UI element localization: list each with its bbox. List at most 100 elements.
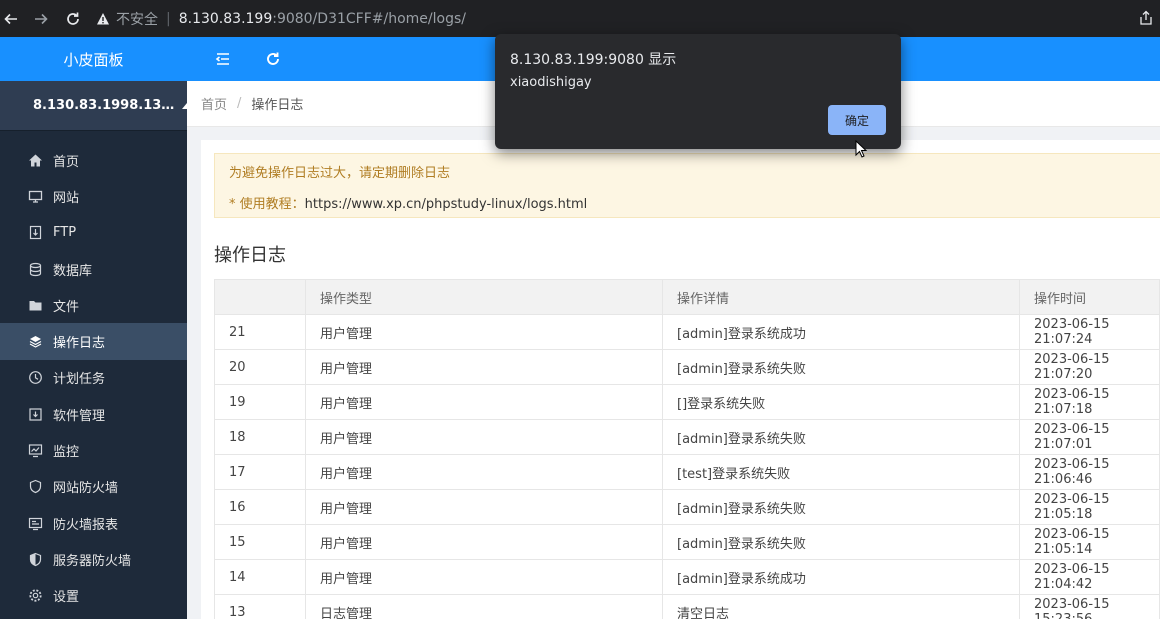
cell-detail: [admin]登录系统成功 — [662, 314, 1020, 350]
sidebar: 小皮面板 8.130.83.1998.13… 首页 网站 FTP 数据库 文件 … — [0, 37, 193, 619]
sidebar-item-label: 网站 — [53, 190, 80, 206]
cell-detail: []登录系统失败 — [662, 384, 1020, 420]
cell-time: 2023-06-15 21:05:14 — [1019, 524, 1160, 560]
cell-id: 15 — [214, 524, 306, 560]
url-field[interactable]: 不安全 | 8.130.83.199:9080/D31CFF#/home/log… — [96, 9, 466, 29]
refresh-icon[interactable] — [264, 50, 282, 68]
cell-type: 用户管理 — [305, 489, 663, 525]
sidebar-item-label: 服务器防火墙 — [53, 553, 132, 569]
sidebar-item-label: FTP — [53, 225, 77, 241]
arrow-right-icon — [35, 13, 48, 24]
sidebar-item-ftp[interactable]: FTP — [0, 215, 187, 251]
sidebar-item-label: 软件管理 — [53, 408, 106, 424]
tutorial-link[interactable]: https://www.xp.cn/phpstudy-linux/logs.ht… — [305, 197, 588, 212]
cell-time: 2023-06-15 21:04:42 — [1019, 559, 1160, 595]
sidebar-item-database[interactable]: 数据库 — [0, 251, 187, 287]
url-path: :9080/D31CFF#/home/logs/ — [272, 10, 466, 27]
cell-time: 2023-06-15 21:07:20 — [1019, 349, 1160, 385]
cell-detail: [admin]登录系统成功 — [662, 559, 1020, 595]
sidebar-item-operation-log[interactable]: 操作日志 — [0, 323, 187, 360]
download-box-icon — [28, 407, 43, 422]
sidebar-item-files[interactable]: 文件 — [0, 287, 187, 323]
cell-type: 日志管理 — [305, 594, 663, 619]
notice-prefix: * 使用教程： — [229, 197, 305, 212]
menu-collapse-icon[interactable] — [214, 50, 232, 68]
sidebar-item-server-firewall[interactable]: 服务器防火墙 — [0, 541, 187, 577]
cell-type: 用户管理 — [305, 524, 663, 560]
breadcrumb-home[interactable]: 首页 — [201, 94, 227, 113]
alert-dialog: 8.130.83.199:9080 显示 xiaodishigay 确定 — [495, 34, 901, 149]
cell-id: 21 — [214, 314, 306, 350]
insecure-label: 不安全 — [116, 11, 158, 28]
forward-button[interactable] — [30, 8, 52, 30]
sidebar-item-firewall-report[interactable]: 防火墙报表 — [0, 505, 187, 541]
cell-detail: [admin]登录系统失败 — [662, 524, 1020, 560]
column-header-type: 操作类型 — [305, 279, 663, 315]
sidebar-item-software[interactable]: 软件管理 — [0, 396, 187, 432]
clock-icon — [28, 370, 43, 385]
sidebar-item-monitor[interactable]: 监控 — [0, 432, 187, 468]
back-button[interactable] — [0, 8, 22, 30]
cell-type: 用户管理 — [305, 384, 663, 420]
server-selector[interactable]: 8.130.83.1998.13… — [0, 81, 193, 131]
table-row: 16 用户管理 [admin]登录系统失败 2023-06-15 21:05:18 — [214, 489, 1160, 525]
share-icon[interactable] — [1138, 10, 1154, 26]
sidebar-item-label: 计划任务 — [53, 372, 106, 388]
cell-type: 用户管理 — [305, 314, 663, 350]
cell-id: 13 — [214, 594, 306, 619]
dialog-message: xiaodishigay — [510, 75, 592, 90]
sidebar-item-label: 网站防火墙 — [53, 481, 119, 497]
table-row: 17 用户管理 [test]登录系统失败 2023-06-15 21:06:46 — [214, 454, 1160, 490]
url-separator: | — [166, 10, 171, 27]
ftp-icon — [28, 225, 43, 240]
url-host: 8.130.83.199 — [178, 10, 273, 27]
monitor-icon — [28, 189, 43, 204]
cell-time: 2023-06-15 21:06:46 — [1019, 454, 1160, 490]
sidebar-item-home[interactable]: 首页 — [0, 142, 187, 178]
cell-type: 用户管理 — [305, 419, 663, 455]
table-row: 19 用户管理 []登录系统失败 2023-06-15 21:07:18 — [214, 384, 1160, 420]
cell-time: 2023-06-15 21:05:18 — [1019, 489, 1160, 525]
table-row: 15 用户管理 [admin]登录系统失败 2023-06-15 21:05:14 — [214, 524, 1160, 560]
cell-detail: [admin]登录系统失败 — [662, 419, 1020, 455]
ok-button[interactable]: 确定 — [828, 105, 886, 135]
sidebar-item-settings[interactable]: 设置 — [0, 578, 187, 614]
table-row: 20 用户管理 [admin]登录系统失败 2023-06-15 21:07:20 — [214, 349, 1160, 385]
sidebar-item-scheduled-tasks[interactable]: 计划任务 — [0, 360, 187, 396]
table-header-row: 操作类型 操作详情 操作时间 — [214, 279, 1160, 315]
table-row: 18 用户管理 [admin]登录系统失败 2023-06-15 21:07:01 — [214, 419, 1160, 455]
sidebar-item-label: 操作日志 — [53, 336, 106, 352]
cell-time: 2023-06-15 15:23:56 — [1019, 594, 1160, 619]
cell-id: 18 — [214, 419, 306, 455]
cell-detail: 清空日志 — [662, 594, 1020, 619]
sidebar-item-web-firewall[interactable]: 网站防火墙 — [0, 469, 187, 505]
shield-outline-icon — [28, 479, 43, 494]
sidebar-item-website[interactable]: 网站 — [0, 178, 187, 214]
layers-icon — [28, 334, 43, 349]
cell-type: 用户管理 — [305, 454, 663, 490]
shield-half-icon — [28, 552, 43, 567]
browser-address-bar: 不安全 | 8.130.83.199:9080/D31CFF#/home/log… — [0, 0, 1160, 37]
cell-id: 20 — [214, 349, 306, 385]
sidebar-item-label: 数据库 — [53, 263, 93, 279]
sidebar-item-label: 防火墙报表 — [53, 517, 119, 533]
chart-monitor-icon — [28, 443, 43, 458]
dialog-title: 8.130.83.199:9080 显示 — [510, 52, 677, 68]
column-header-id — [214, 279, 306, 315]
reload-button[interactable] — [62, 8, 84, 30]
server-label: 8.130.83.1998.13… — [33, 98, 175, 113]
cell-time: 2023-06-15 21:07:18 — [1019, 384, 1160, 420]
database-icon — [28, 262, 43, 277]
cell-type: 用户管理 — [305, 349, 663, 385]
home-icon — [28, 153, 43, 168]
cell-id: 16 — [214, 489, 306, 525]
cell-type: 用户管理 — [305, 559, 663, 595]
sidebar-item-label: 监控 — [53, 445, 80, 461]
table-row: 14 用户管理 [admin]登录系统成功 2023-06-15 21:04:42 — [214, 559, 1160, 595]
breadcrumb-current: 操作日志 — [251, 98, 304, 113]
cell-id: 14 — [214, 559, 306, 595]
app-logo[interactable]: 小皮面板 — [0, 37, 187, 81]
notice-box: 为避免操作日志过大，请定期删除日志 * 使用教程：https://www.xp.… — [214, 153, 1160, 218]
arrow-left-icon — [4, 13, 17, 24]
notice-line-1: 为避免操作日志过大，请定期删除日志 — [229, 166, 451, 181]
